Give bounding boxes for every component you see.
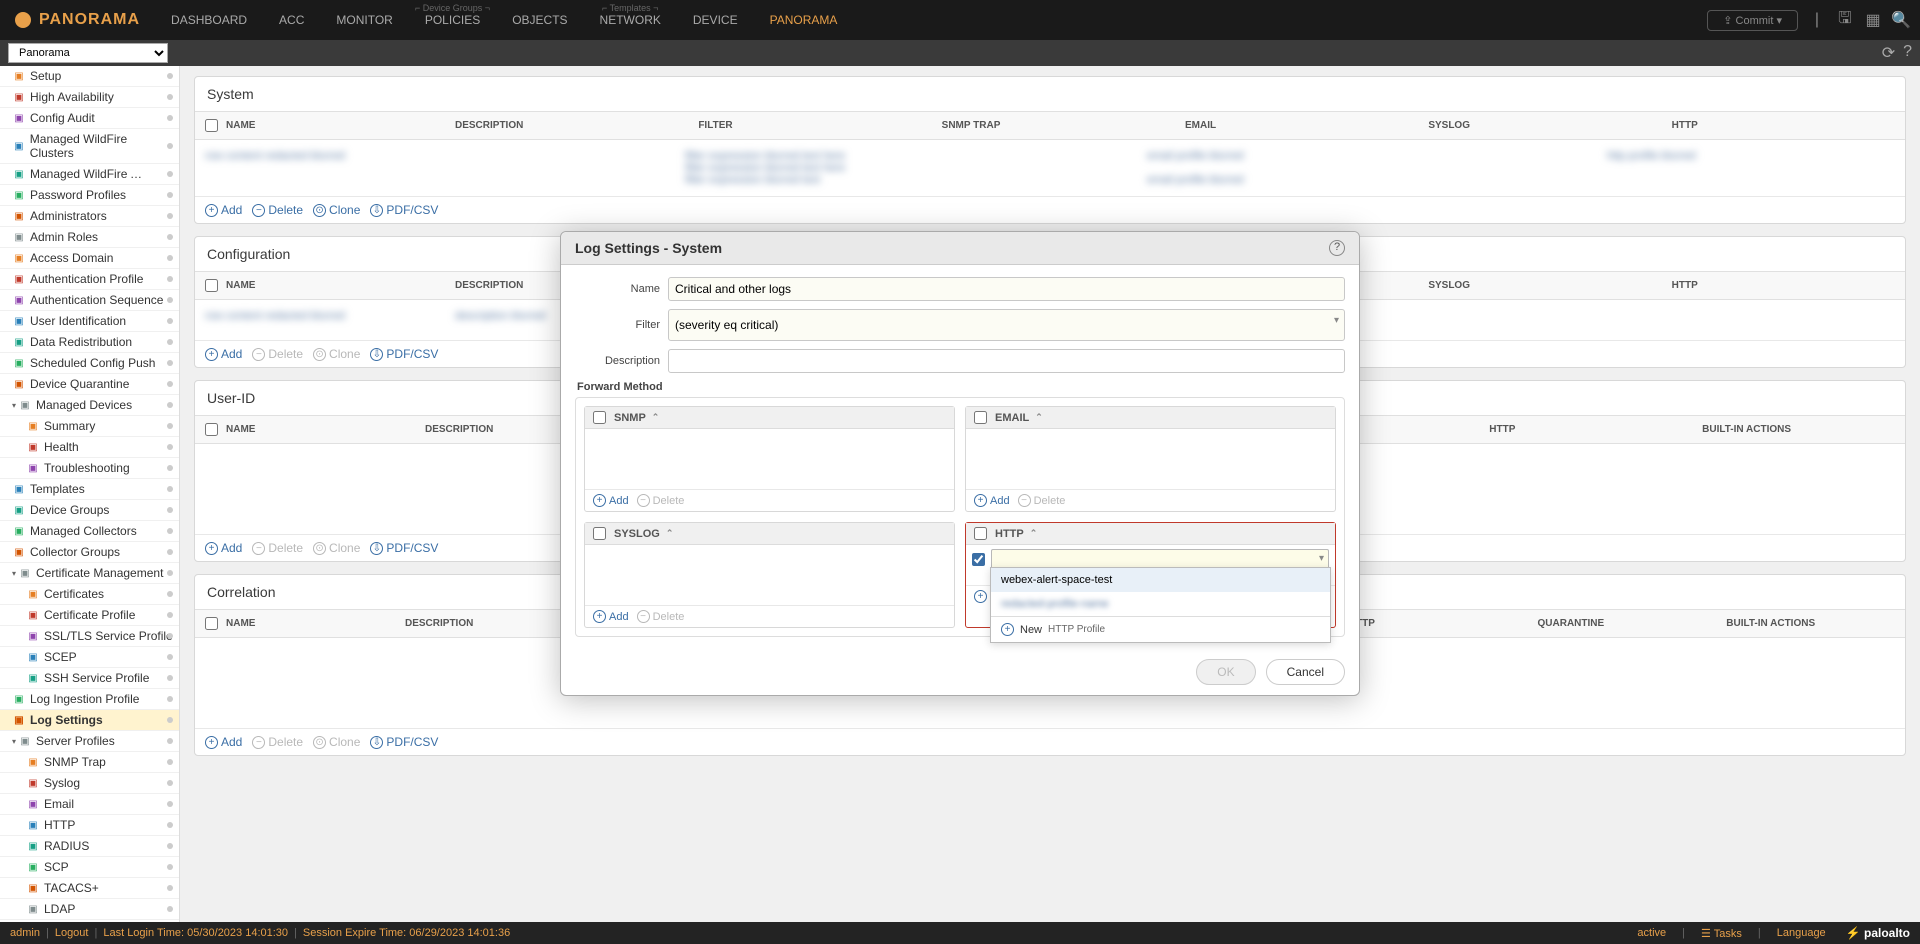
modal-footer: OK Cancel — [561, 649, 1359, 695]
name-label: Name — [575, 283, 660, 295]
log-settings-modal: Log Settings - System ? Name Filter ▾ De… — [560, 231, 1360, 696]
syslog-select-all[interactable] — [593, 527, 606, 540]
delete-button: −Delete — [1018, 494, 1066, 507]
forward-method-label: Forward Method — [577, 381, 1345, 393]
help-icon[interactable]: ? — [1329, 240, 1345, 256]
chevron-up-icon[interactable]: ⌃ — [652, 412, 660, 423]
http-row-checkbox[interactable] — [972, 553, 985, 566]
chevron-up-icon[interactable]: ⌃ — [1035, 412, 1043, 423]
add-button[interactable]: +Add — [593, 494, 629, 507]
ok-button: OK — [1196, 659, 1255, 685]
add-button[interactable]: +Add — [974, 494, 1010, 507]
chevron-down-icon[interactable]: ▾ — [1334, 315, 1339, 326]
email-select-all[interactable] — [974, 411, 987, 424]
modal-header[interactable]: Log Settings - System ? — [561, 232, 1359, 265]
description-label: Description — [575, 355, 660, 367]
delete-button: −Delete — [637, 494, 685, 507]
modal-body: Name Filter ▾ Description Forward Method… — [561, 265, 1359, 649]
http-profile-dropdown: webex-alert-space-test redacted-profile-… — [990, 567, 1331, 643]
http-profile-select[interactable]: ▾ — [991, 549, 1329, 569]
syslog-box: SYSLOG⌃ +Add −Delete — [584, 522, 955, 628]
delete-button: −Delete — [637, 610, 685, 623]
email-box: EMAIL⌃ +Add −Delete — [965, 406, 1336, 512]
cancel-button[interactable]: Cancel — [1266, 659, 1345, 685]
description-input[interactable] — [668, 349, 1345, 373]
snmp-box: SNMP⌃ +Add −Delete — [584, 406, 955, 512]
dropdown-option[interactable]: redacted-profile-name — [991, 592, 1330, 616]
forward-method-grid: SNMP⌃ +Add −Delete EMAIL⌃ +Add −Delete S… — [575, 397, 1345, 637]
dropdown-option[interactable]: webex-alert-space-test — [991, 568, 1330, 592]
http-box: HTTP⌃ ▾ +Add −Delete webex-alert-space-t — [965, 522, 1336, 628]
snmp-select-all[interactable] — [593, 411, 606, 424]
chevron-up-icon[interactable]: ⌃ — [666, 528, 674, 539]
http-select-all[interactable] — [974, 527, 987, 540]
filter-input[interactable] — [668, 309, 1345, 341]
name-input[interactable] — [668, 277, 1345, 301]
new-http-profile[interactable]: + New HTTP Profile — [991, 616, 1330, 642]
chevron-down-icon: ▾ — [1319, 553, 1324, 564]
modal-title: Log Settings - System — [575, 240, 722, 256]
filter-label: Filter — [575, 319, 660, 331]
chevron-up-icon[interactable]: ⌃ — [1030, 528, 1038, 539]
add-button[interactable]: +Add — [593, 610, 629, 623]
